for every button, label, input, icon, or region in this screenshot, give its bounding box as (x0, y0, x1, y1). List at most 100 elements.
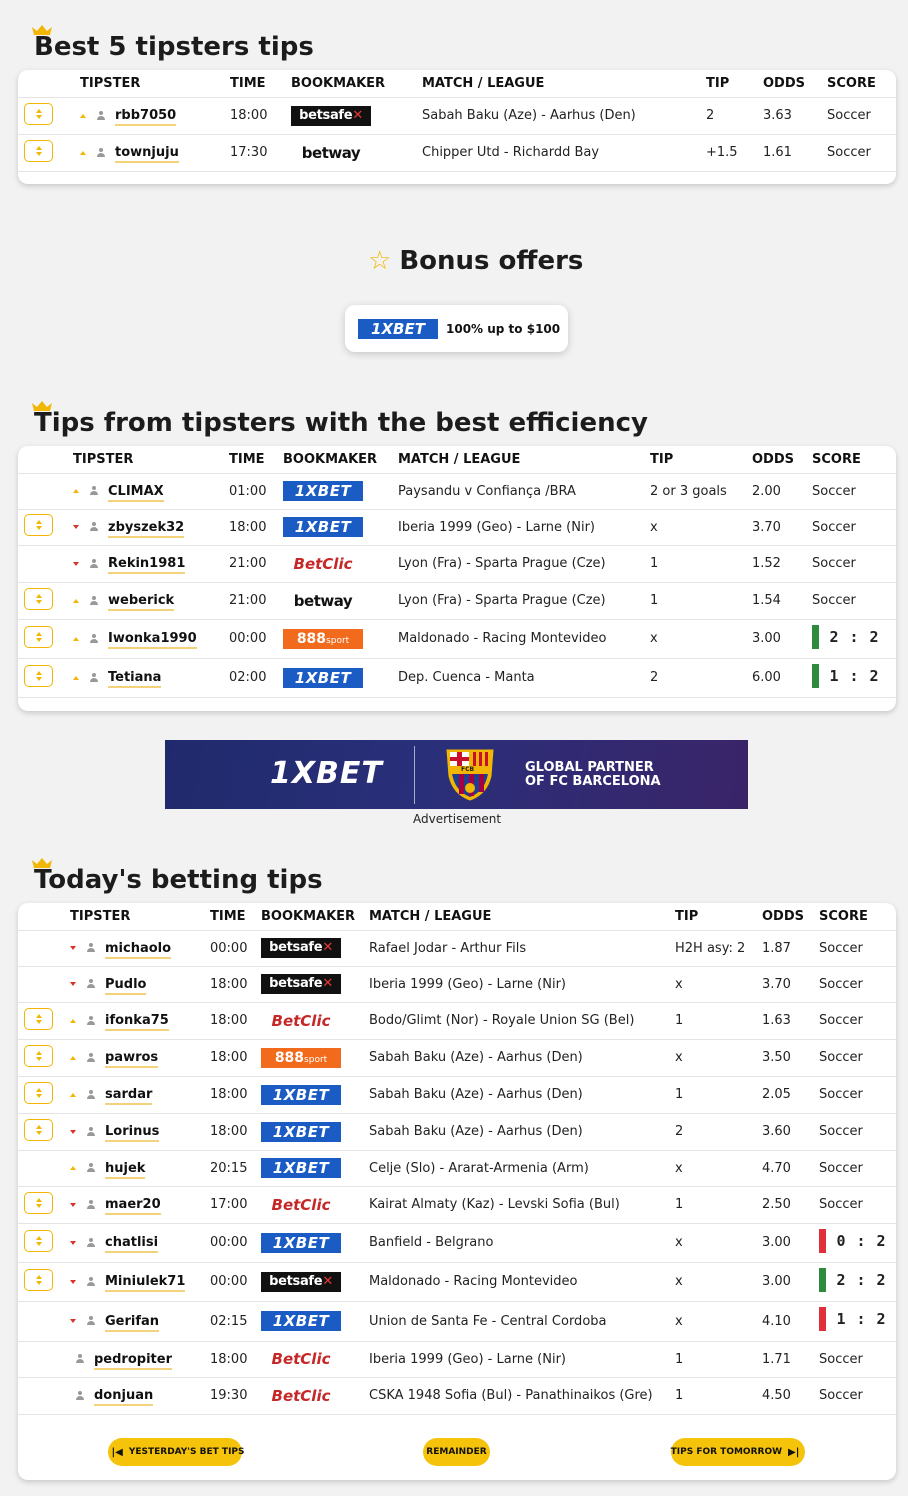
table-row: maer20 17:00 BetClic Kairat Almaty (Kaz)… (18, 1186, 896, 1224)
bookmaker-logo-888sport[interactable]: 888sport (261, 1047, 341, 1068)
bookmaker-logo-1xbet[interactable]: 1XBET (283, 517, 363, 537)
bookmaker-logo-betsafe[interactable]: betsafe✕ (291, 105, 371, 126)
best5-table: TIPSTER TIME BOOKMAKER MATCH / LEAGUE TI… (18, 70, 896, 172)
col-tipster[interactable]: TIPSTER (80, 70, 230, 98)
match-cell: Banfield - Belgrano (369, 1223, 675, 1263)
bookmaker-logo-1xbet[interactable]: 1XBET (283, 667, 363, 688)
bookmaker-logo-888sport[interactable]: 888sport (283, 628, 363, 649)
tip-cell: x (650, 619, 752, 659)
tipster-link[interactable]: CLIMAX (108, 483, 164, 502)
tipster-link[interactable]: Rekin1981 (108, 556, 186, 574)
expand-icon[interactable] (24, 1118, 53, 1141)
expand-icon[interactable] (24, 664, 53, 687)
tipster-link[interactable]: sardar (105, 1087, 153, 1105)
tomorrow-tips-button[interactable]: TIPS FOR TOMORROW ▶| (671, 1438, 805, 1466)
tipster-link[interactable]: Gerifan (105, 1313, 160, 1332)
tipster-link[interactable]: Tetiana (108, 670, 162, 688)
expand-icon[interactable] (24, 514, 53, 536)
bookmaker-logo-1xbet[interactable]: 1XBET (261, 1232, 341, 1253)
user-icon (86, 1052, 96, 1063)
match-cell: Sabah Baku (Aze) - Aarhus (Den) (369, 1113, 675, 1151)
bookmaker-logo-betclic[interactable]: BetClic (261, 1349, 341, 1369)
today-table: TIPSTER TIME BOOKMAKER MATCH / LEAGUE TI… (18, 903, 896, 1415)
bonus-offer-card[interactable]: 1XBET 100% up to $100 (345, 305, 568, 352)
expand-icon[interactable] (24, 1007, 53, 1030)
tipster-link[interactable]: Pudlo (105, 976, 147, 995)
expand-icon[interactable] (24, 1229, 53, 1252)
bookmaker-logo-betsafe[interactable]: betsafe✕ (261, 974, 341, 994)
expand-icon[interactable] (24, 1191, 53, 1214)
trend-down-icon (70, 946, 76, 950)
advertisement-banner[interactable]: 1XBET FCB GLOBAL PARTNER OF FC BARCELONA (165, 740, 748, 809)
tipster-link[interactable]: Miniulek71 (105, 1274, 186, 1292)
expand-icon[interactable] (24, 587, 53, 610)
ad-label: Advertisement (413, 812, 502, 826)
table-header-row: TIPSTER TIME BOOKMAKER MATCH / LEAGUE TI… (18, 446, 896, 474)
tipster-link[interactable]: weberick (108, 593, 175, 611)
table-row: zbyszek32 18:00 1XBET Iberia 1999 (Geo) … (18, 509, 896, 546)
col-bookmaker[interactable]: BOOKMAKER (261, 903, 369, 931)
tipster-link[interactable]: rbb7050 (115, 108, 177, 126)
tipster-link[interactable]: ifonka75 (105, 1013, 169, 1031)
table-header-row: TIPSTER TIME BOOKMAKER MATCH / LEAGUE TI… (18, 70, 896, 98)
tipster-link[interactable]: chatlisi (105, 1235, 159, 1253)
efficiency-card: TIPSTER TIME BOOKMAKER MATCH / LEAGUE TI… (18, 446, 896, 711)
tipster-link[interactable]: Iwonka1990 (108, 631, 197, 649)
bookmaker-logo-betway[interactable]: betway (291, 143, 371, 163)
tipster-link[interactable]: pawros (105, 1050, 159, 1068)
col-odds[interactable]: ODDS (763, 70, 827, 98)
expand-icon[interactable] (24, 139, 53, 162)
col-odds[interactable]: ODDS (752, 446, 812, 474)
tip-cell: 1 (650, 545, 752, 583)
col-tip[interactable]: TIP (675, 903, 762, 931)
col-tipster[interactable]: TIPSTER (70, 903, 210, 931)
col-time[interactable]: TIME (210, 903, 261, 931)
bookmaker-logo-1xbet[interactable]: 1XBET (261, 1311, 341, 1331)
yesterday-tips-button[interactable]: |◀ YESTERDAY'S BET TIPS (108, 1438, 245, 1466)
col-match[interactable]: MATCH / LEAGUE (369, 903, 675, 931)
col-bookmaker[interactable]: BOOKMAKER (283, 446, 398, 474)
bookmaker-logo-1xbet[interactable]: 1XBET (261, 1084, 341, 1105)
col-time[interactable]: TIME (230, 70, 291, 98)
time-cell: 18:00 (210, 1113, 261, 1151)
tipster-link[interactable]: michaolo (105, 940, 172, 959)
col-score[interactable]: SCORE (812, 446, 896, 474)
bookmaker-logo-betclic[interactable]: BetClic (261, 1386, 341, 1406)
expand-icon[interactable] (24, 1268, 53, 1291)
tipster-link[interactable]: zbyszek32 (108, 519, 185, 538)
tipster-link[interactable]: townjuju (115, 145, 179, 163)
col-bookmaker[interactable]: BOOKMAKER (291, 70, 422, 98)
bookmaker-logo-1xbet[interactable]: 1XBET (261, 1121, 341, 1142)
tipster-link[interactable]: hujek (105, 1160, 146, 1179)
col-tip[interactable]: TIP (706, 70, 763, 98)
score-cell: Soccer (819, 1186, 896, 1224)
score-cell: Soccer (819, 1039, 896, 1077)
bookmaker-logo-betsafe[interactable]: betsafe✕ (261, 1271, 341, 1292)
bookmaker-logo-betclic[interactable]: BetClic (283, 554, 363, 574)
expand-icon[interactable] (24, 625, 53, 648)
bookmaker-logo-1xbet[interactable]: 1XBET (283, 481, 363, 501)
bookmaker-logo-betclic[interactable]: BetClic (261, 1011, 341, 1031)
remainder-button[interactable]: REMAINDER (423, 1438, 490, 1466)
tipster-link[interactable]: maer20 (105, 1197, 161, 1215)
col-match[interactable]: MATCH / LEAGUE (398, 446, 650, 474)
tipster-link[interactable]: Lorinus (105, 1124, 160, 1142)
expand-icon[interactable] (24, 1081, 53, 1104)
col-score[interactable]: SCORE (827, 70, 896, 98)
bookmaker-logo-betsafe[interactable]: betsafe✕ (261, 938, 341, 958)
bookmaker-logo-betclic[interactable]: BetClic (261, 1195, 341, 1215)
ad-partner-text: GLOBAL PARTNER OF FC BARCELONA (525, 760, 661, 789)
tipster-link[interactable]: pedropiter (94, 1351, 172, 1370)
tipster-link[interactable]: donjuan (94, 1388, 154, 1406)
col-score[interactable]: SCORE (819, 903, 896, 931)
col-tip[interactable]: TIP (650, 446, 752, 474)
expand-icon[interactable] (24, 102, 53, 125)
expand-icon[interactable] (24, 1044, 53, 1067)
col-tipster[interactable]: TIPSTER (73, 446, 229, 474)
col-time[interactable]: TIME (229, 446, 283, 474)
bookmaker-logo-betway[interactable]: betway (283, 591, 363, 611)
col-odds[interactable]: ODDS (762, 903, 819, 931)
odds-cell: 2.05 (762, 1076, 819, 1114)
bookmaker-logo-1xbet[interactable]: 1XBET (261, 1158, 341, 1178)
col-match[interactable]: MATCH / LEAGUE (422, 70, 706, 98)
